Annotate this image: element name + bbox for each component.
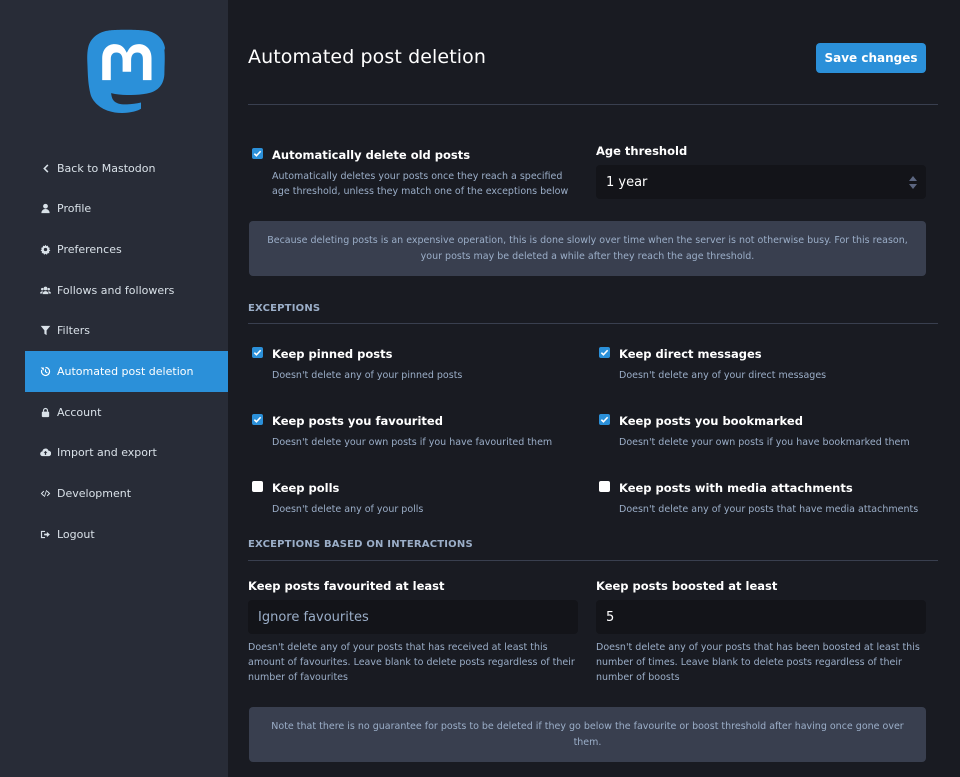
interactions-heading: EXCEPTIONS BASED ON INTERACTIONS: [248, 539, 473, 550]
sidebar-item-label: Filters: [57, 324, 90, 338]
keep-bookmarked-label[interactable]: Keep posts you bookmarked: [619, 414, 803, 428]
sidebar-item-label: Account: [57, 405, 102, 419]
sidebar-item-label: Profile: [57, 202, 92, 216]
divider: [248, 104, 938, 105]
keep-pinned-label[interactable]: Keep pinned posts: [272, 347, 392, 361]
cloud-icon: [39, 447, 51, 459]
sign-out-icon: [39, 528, 51, 540]
sidebar-item-import-export[interactable]: Import and export: [25, 433, 228, 474]
sidebar-item-logout[interactable]: Logout: [25, 514, 228, 555]
checkmark-icon: [600, 416, 609, 423]
keep-pinned-checkbox[interactable]: [252, 347, 263, 358]
min-boosts-value: 5: [606, 609, 615, 625]
guarantee-notice: Note that there is no guarantee for post…: [249, 707, 926, 762]
history-icon: [39, 365, 51, 377]
auto-delete-hint: Automatically deletes your posts once th…: [272, 171, 569, 197]
min-boosts-label: Keep posts boosted at least: [596, 579, 778, 593]
gear-icon: [39, 243, 51, 255]
sidebar-item-filters[interactable]: Filters: [25, 310, 228, 351]
sidebar-item-label: Automated post deletion: [57, 364, 194, 378]
min-favourites-hint: Doesn't delete any of your posts that ha…: [248, 642, 575, 683]
sidebar-nav: Back to Mastodon Profile Preferences Fol…: [25, 148, 228, 554]
min-favourites-input[interactable]: Ignore favourites: [248, 600, 578, 634]
chevron-left-icon: [39, 162, 51, 174]
keep-direct-hint: Doesn't delete any of your direct messag…: [619, 370, 827, 381]
min-boosts-input[interactable]: 5: [596, 600, 926, 634]
save-changes-button[interactable]: Save changes: [816, 43, 926, 73]
lock-icon: [39, 406, 51, 418]
keep-direct-label[interactable]: Keep direct messages: [619, 347, 762, 361]
sidebar: Back to Mastodon Profile Preferences Fol…: [0, 0, 228, 777]
keep-favourited-checkbox[interactable]: [252, 414, 263, 425]
sidebar-item-label: Development: [57, 486, 132, 500]
age-threshold-value: 1 year: [606, 174, 648, 190]
min-boosts-hint: Doesn't delete any of your posts that ha…: [596, 642, 920, 683]
slow-deletion-notice: Because deleting posts is an expensive o…: [249, 221, 926, 276]
keep-bookmarked-hint: Doesn't delete your own posts if you hav…: [619, 437, 910, 448]
keep-favourited-label[interactable]: Keep posts you favourited: [272, 414, 443, 428]
user-icon: [39, 203, 51, 215]
age-threshold-label: Age threshold: [596, 144, 688, 158]
sidebar-item-label: Preferences: [57, 242, 122, 256]
code-icon: [39, 487, 51, 499]
mastodon-logo-icon[interactable]: [86, 29, 168, 116]
sidebar-item-label: Back to Mastodon: [57, 161, 156, 175]
keep-polls-checkbox[interactable]: [252, 481, 263, 492]
sidebar-item-back[interactable]: Back to Mastodon: [25, 148, 228, 189]
filter-icon: [39, 325, 51, 337]
users-icon: [39, 284, 51, 296]
checkmark-icon: [253, 150, 262, 157]
keep-favourited-hint: Doesn't delete your own posts if you hav…: [272, 437, 553, 448]
sidebar-item-label: Follows and followers: [57, 283, 175, 297]
keep-direct-checkbox[interactable]: [599, 347, 610, 358]
page-title: Automated post deletion: [248, 46, 486, 68]
checkmark-icon: [600, 349, 609, 356]
keep-pinned-hint: Doesn't delete any of your pinned posts: [272, 370, 463, 381]
sidebar-item-account[interactable]: Account: [25, 392, 228, 433]
sidebar-item-preferences[interactable]: Preferences: [25, 229, 228, 270]
keep-media-hint: Doesn't delete any of your posts that ha…: [619, 504, 919, 515]
keep-media-label[interactable]: Keep posts with media attachments: [619, 481, 853, 495]
exceptions-heading: EXCEPTIONS: [248, 303, 321, 314]
sidebar-item-development[interactable]: Development: [25, 473, 228, 514]
divider: [248, 560, 938, 561]
keep-media-checkbox[interactable]: [599, 481, 610, 492]
sidebar-item-follows[interactable]: Follows and followers: [25, 270, 228, 311]
age-threshold-select[interactable]: 1 year: [596, 165, 926, 199]
select-arrows-icon: [909, 176, 917, 189]
sidebar-item-label: Import and export: [57, 446, 157, 460]
min-favourites-label: Keep posts favourited at least: [248, 579, 445, 593]
auto-delete-checkbox[interactable]: [252, 148, 263, 159]
auto-delete-label[interactable]: Automatically delete old posts: [272, 148, 470, 162]
divider: [248, 323, 938, 324]
sidebar-item-profile[interactable]: Profile: [25, 189, 228, 230]
keep-polls-label[interactable]: Keep polls: [272, 481, 339, 495]
sidebar-item-label: Logout: [57, 527, 95, 541]
checkmark-icon: [253, 349, 262, 356]
min-favourites-placeholder: Ignore favourites: [258, 609, 369, 625]
keep-bookmarked-checkbox[interactable]: [599, 414, 610, 425]
keep-polls-hint: Doesn't delete any of your polls: [272, 504, 424, 515]
sidebar-item-automated-post-deletion[interactable]: Automated post deletion: [25, 350, 228, 392]
checkmark-icon: [253, 416, 262, 423]
